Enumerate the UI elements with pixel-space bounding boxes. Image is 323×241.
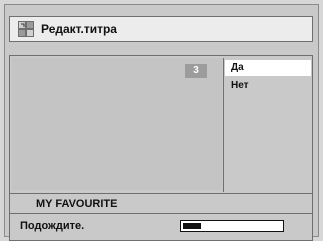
chapter-number-badge: 3 (185, 64, 207, 78)
option-yes-label: Да (231, 62, 244, 73)
divider (9, 193, 313, 194)
video-title-edit-icon (18, 21, 34, 37)
option-no-label: Нет (231, 80, 249, 91)
progress-fill (183, 223, 201, 229)
option-yes[interactable]: Да (225, 60, 311, 76)
window-title: Редакт.титра (41, 22, 117, 36)
title-bar: Редакт.титра (9, 16, 313, 42)
options-list: Да Нет (223, 58, 312, 192)
divider (9, 213, 313, 214)
title-text: MY FAVOURITE (36, 198, 118, 210)
status-text: Подождите. (20, 220, 85, 232)
progress-bar (180, 220, 284, 232)
option-no[interactable]: Нет (225, 78, 311, 94)
